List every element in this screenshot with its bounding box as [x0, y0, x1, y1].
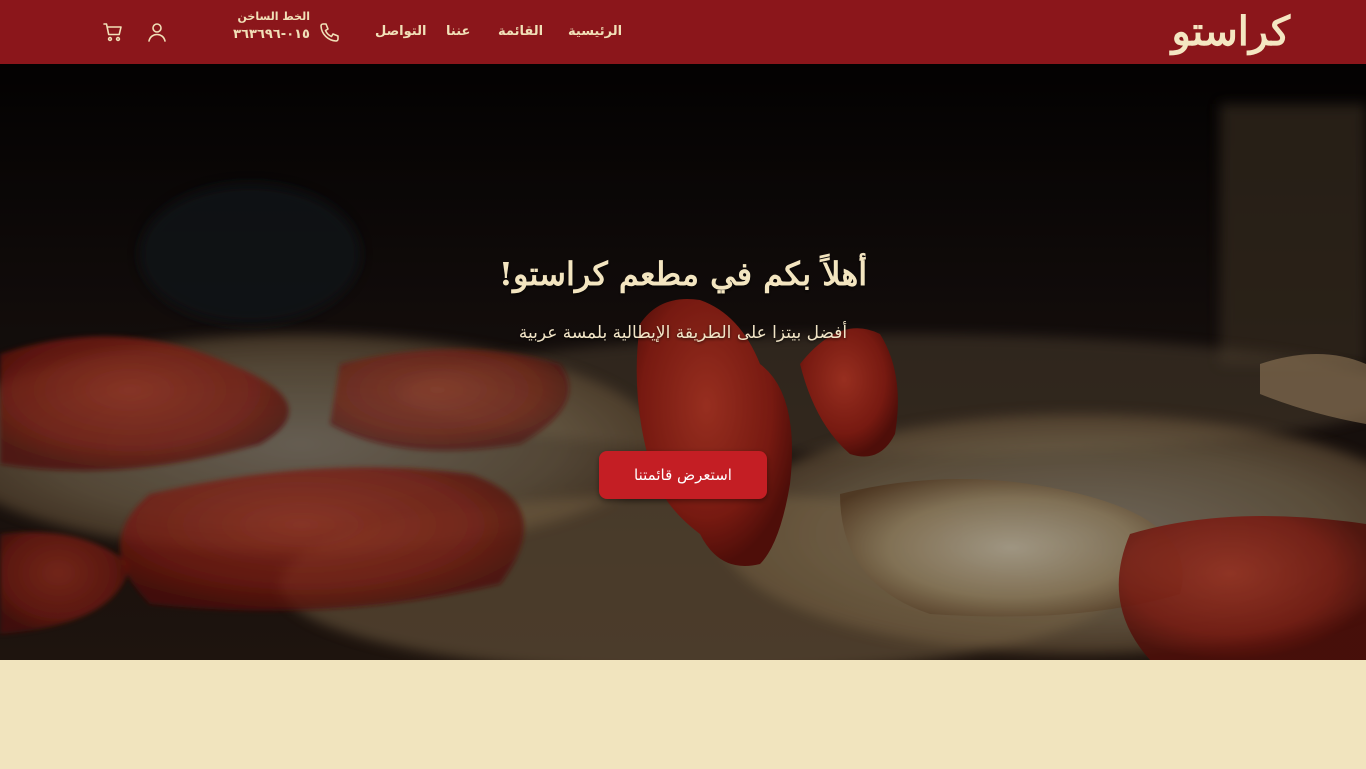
hero-subtitle: أفضل بيتزا على الطريقة الإيطالية بلمسة ع… [518, 323, 848, 343]
top-navbar: كراستو الرئيسية القائمة عننا التواصل الخ… [0, 0, 1366, 64]
hero-title: أهلاً بكم في مطعم كراستو! [498, 255, 868, 293]
hotline-label: الخط الساخن [237, 10, 311, 23]
phone-icon[interactable] [318, 20, 342, 44]
content-section [0, 660, 1366, 769]
nav-link-contact[interactable]: التواصل [375, 22, 426, 42]
hero-banner: أهلاً بكم في مطعم كراستو! أفضل بيتزا على… [0, 64, 1366, 660]
nav-link-menu[interactable]: القائمة [498, 22, 543, 42]
nav-link-home[interactable]: الرئيسية [568, 22, 622, 42]
pizza-hero-image [0, 64, 1366, 660]
hotline-number[interactable]: ٠١٥-٣٦٣٦٩٦ [226, 24, 310, 46]
user-icon[interactable] [145, 20, 169, 44]
hotline-block: الخط الساخن ٠١٥-٣٦٣٦٩٦ [226, 10, 310, 54]
cart-icon[interactable] [101, 20, 125, 44]
nav-link-about[interactable]: عننا [446, 22, 470, 42]
brand-logo[interactable]: كراستو [1172, 6, 1290, 58]
view-menu-button[interactable]: استعرض قائمتنا [599, 451, 767, 499]
